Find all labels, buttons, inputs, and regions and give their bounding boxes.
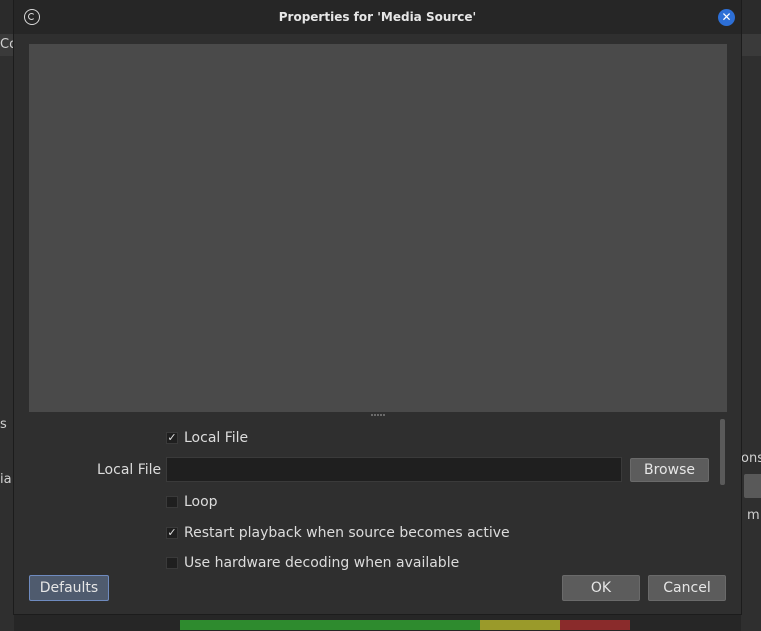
cancel-button[interactable]: Cancel bbox=[648, 575, 726, 601]
local-file-input[interactable] bbox=[166, 457, 622, 482]
background-text-fragment: s bbox=[0, 417, 7, 432]
restart-playback-checkbox-row[interactable]: ✓ Restart playback when source becomes a… bbox=[166, 525, 510, 541]
title-bar[interactable]: Properties for 'Media Source' ✕ bbox=[14, 0, 741, 34]
obs-logo-icon bbox=[24, 9, 40, 25]
properties-panel: ✓ Local File Local File Browse Loop ✓ Re… bbox=[29, 420, 727, 570]
loop-checkbox[interactable] bbox=[166, 496, 178, 508]
ok-button[interactable]: OK bbox=[562, 575, 640, 601]
splitter-handle[interactable] bbox=[371, 413, 387, 417]
restart-playback-checkbox[interactable]: ✓ bbox=[166, 527, 178, 539]
window-title: Properties for 'Media Source' bbox=[278, 10, 477, 24]
defaults-button[interactable]: Defaults bbox=[29, 575, 109, 601]
hardware-decoding-checkbox-label: Use hardware decoding when available bbox=[184, 555, 460, 570]
browse-button[interactable]: Browse bbox=[630, 458, 709, 482]
background-text-fragment: ia bbox=[0, 472, 12, 487]
properties-scrollbar[interactable] bbox=[720, 419, 725, 485]
source-preview bbox=[29, 44, 727, 412]
background-text-fragment: ons bbox=[741, 451, 761, 466]
loop-checkbox-row[interactable]: Loop bbox=[166, 494, 218, 510]
properties-dialog: Properties for 'Media Source' ✕ ✓ Local … bbox=[14, 0, 741, 614]
background-text-fragment: m bbox=[747, 508, 760, 523]
local-file-checkbox[interactable]: ✓ bbox=[166, 432, 178, 444]
restart-playback-checkbox-label: Restart playback when source becomes act… bbox=[184, 525, 510, 541]
background-left-panel bbox=[0, 56, 14, 631]
hardware-decoding-checkbox[interactable] bbox=[166, 557, 178, 569]
background-right-panel bbox=[741, 56, 761, 631]
hardware-decoding-checkbox-row[interactable]: Use hardware decoding when available bbox=[166, 555, 459, 570]
close-icon[interactable]: ✕ bbox=[718, 9, 735, 26]
audio-meter bbox=[180, 620, 630, 630]
local-file-label: Local File bbox=[97, 462, 162, 478]
local-file-checkbox-label: Local File bbox=[184, 430, 249, 446]
background-button bbox=[744, 474, 761, 498]
loop-checkbox-label: Loop bbox=[184, 494, 218, 510]
local-file-checkbox-row[interactable]: ✓ Local File bbox=[166, 430, 248, 446]
